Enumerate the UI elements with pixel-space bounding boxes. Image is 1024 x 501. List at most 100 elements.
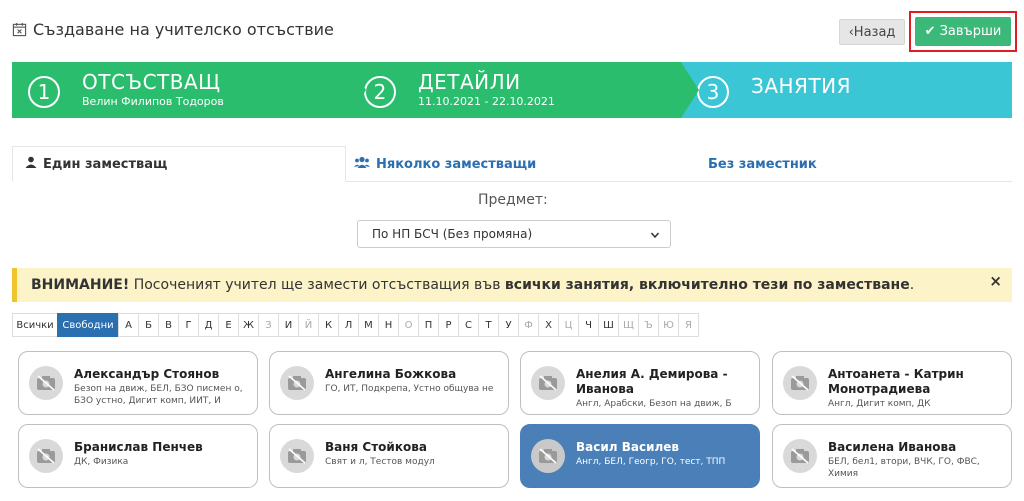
teacher-name: Анелия А. Демирова - Иванова xyxy=(576,367,728,396)
tab-no-substitute[interactable]: Без заместник xyxy=(708,146,817,182)
wizard-step-lessons[interactable]: 3 ЗАНЯТИЯ xyxy=(681,62,1012,118)
filter-letter[interactable]: Ш xyxy=(598,313,619,337)
finish-button[interactable]: ✔ Завърши xyxy=(915,17,1011,46)
step-title: ДЕТАЙЛИ xyxy=(418,70,521,94)
teacher-card[interactable]: Ваня Стойкова Свят и л, Тестов модул xyxy=(269,424,509,488)
back-button[interactable]: ‹ Назад xyxy=(839,19,905,45)
teacher-subjects: Англ, БЕЛ, Геогр, ГО, тест, ТПП xyxy=(576,457,726,467)
finish-highlight: ✔ Завърши xyxy=(909,11,1017,52)
filter-letter[interactable]: Д xyxy=(198,313,219,337)
filter-letter[interactable]: Н xyxy=(378,313,399,337)
teacher-subjects: БЕЛ, бел1, втори, ВЧК, ГО, ФВС, Химия xyxy=(828,457,980,479)
tab-single-substitute[interactable]: Един заместващ xyxy=(12,146,346,182)
filter-letter[interactable]: Ч xyxy=(578,313,599,337)
no-photo-icon xyxy=(783,439,817,473)
filter-letter[interactable]: Б xyxy=(138,313,159,337)
no-photo-icon xyxy=(29,439,63,473)
close-icon[interactable]: × xyxy=(989,272,1002,290)
filter-letter[interactable]: П xyxy=(418,313,439,337)
wizard-step-absent[interactable]: 1 ОТСЪСТВАЩ Велин Филипов Тодоров xyxy=(12,62,366,118)
teacher-card[interactable]: Александър Стоянов Безоп на движ, БЕЛ, БЗ… xyxy=(18,351,258,415)
filter-letter[interactable]: С xyxy=(458,313,479,337)
teacher-subjects: Англ, Арабски, Безоп на движ, Б xyxy=(576,399,732,409)
alert-strong: ВНИМАНИЕ! xyxy=(31,277,130,293)
chevron-down-icon xyxy=(650,229,660,243)
no-photo-icon xyxy=(783,366,817,400)
filter-letter[interactable]: Ц xyxy=(558,313,579,337)
teacher-name: Бранислав Пенчев xyxy=(74,440,203,454)
filter-letter[interactable]: И xyxy=(278,313,299,337)
filter-letter[interactable]: Е xyxy=(218,313,239,337)
tab-multiple-substitutes[interactable]: Няколко заместващи xyxy=(354,146,536,182)
tab-label: Няколко заместващи xyxy=(376,156,537,172)
alert-strong-2: всички занятия, включително тези по заме… xyxy=(504,277,910,293)
users-icon xyxy=(354,156,370,172)
filter-letter[interactable]: М xyxy=(358,313,379,337)
teacher-subjects: ДК, Физика xyxy=(74,457,129,467)
teacher-name: Александър Стоянов xyxy=(74,367,220,381)
filter-letter[interactable]: Л xyxy=(338,313,359,337)
user-icon xyxy=(25,156,37,172)
filter-letter[interactable]: Ю xyxy=(658,313,679,337)
tab-label: Без заместник xyxy=(708,156,817,172)
substitute-tabs: Един заместващ Няколко заместващи Без за… xyxy=(12,146,1012,182)
teacher-card[interactable]: Анелия А. Демирова - Иванова Англ, Арабск… xyxy=(520,351,760,415)
step-arrow xyxy=(681,62,699,118)
teacher-card[interactable]: Васил Василев Англ, БЕЛ, Геогр, ГО, тест,… xyxy=(520,424,760,488)
page-title-text: Създаване на учителско отсъствие xyxy=(33,20,334,39)
filter-letter[interactable]: Й xyxy=(298,313,319,337)
back-label: Назад xyxy=(853,24,896,40)
filter-letter[interactable]: З xyxy=(258,313,279,337)
calendar-x-icon xyxy=(12,22,27,37)
no-photo-icon xyxy=(29,366,63,400)
teacher-name: Василена Иванова xyxy=(828,440,957,454)
subject-label: Предмет: xyxy=(478,192,548,208)
filter-letter[interactable]: К xyxy=(318,313,339,337)
filter-letter[interactable]: Ж xyxy=(238,313,259,337)
filter-letter[interactable]: У xyxy=(498,313,519,337)
teacher-subjects: Свят и л, Тестов модул xyxy=(325,457,435,467)
teacher-name: Антоанета - Катрин Монотрадиева xyxy=(828,367,964,396)
filter-letter[interactable]: О xyxy=(398,313,419,337)
teacher-card[interactable]: Ангелина Божкова ГО, ИТ, Подкрепа, Устно … xyxy=(269,351,509,415)
step-subtitle: Велин Филипов Тодоров xyxy=(82,95,224,108)
filter-letter[interactable]: А xyxy=(118,313,139,337)
filter-letter[interactable]: Я xyxy=(678,313,699,337)
alert-text: ВНИМАНИЕ! Посоченият учител ще замести о… xyxy=(31,277,914,293)
letter-filter: Всички Свободни АБВГДЕЖЗИЙКЛМНОПРСТУФХЦЧ… xyxy=(12,313,699,337)
filter-all[interactable]: Всички xyxy=(12,313,58,337)
teacher-name: Ангелина Божкова xyxy=(325,367,457,381)
filter-letter[interactable]: Г xyxy=(178,313,199,337)
no-photo-icon xyxy=(531,366,565,400)
alert-text-1: Посоченият учител ще замести отсъстващия… xyxy=(129,277,505,293)
warning-alert: ВНИМАНИЕ! Посоченият учител ще замести о… xyxy=(12,268,1012,302)
wizard-step-details[interactable]: 2 ДЕТАЙЛИ 11.10.2021 - 22.10.2021 xyxy=(348,62,699,118)
subject-select[interactable]: По НП БСЧ (Без промяна) xyxy=(357,220,671,248)
wizard-steps: 1 ОТСЪСТВАЩ Велин Филипов Тодоров 2 ДЕТА… xyxy=(12,62,1012,118)
filter-letter[interactable]: Щ xyxy=(618,313,639,337)
tab-label: Един заместващ xyxy=(43,156,168,172)
no-photo-icon xyxy=(531,439,565,473)
teacher-card[interactable]: Василена Иванова БЕЛ, бел1, втори, ВЧК, Г… xyxy=(772,424,1012,488)
filter-letter[interactable]: Ф xyxy=(518,313,539,337)
finish-label: Завърши xyxy=(939,24,1002,39)
top-bar: Създаване на учителско отсъствие ‹ Назад… xyxy=(0,0,1024,60)
page-title: Създаване на учителско отсъствие xyxy=(12,20,334,39)
filter-letter[interactable]: Т xyxy=(478,313,499,337)
step-arrow xyxy=(348,62,366,118)
step-number: 3 xyxy=(697,76,729,108)
teacher-card[interactable]: Бранислав Пенчев ДК, Физика xyxy=(18,424,258,488)
teacher-name: Ваня Стойкова xyxy=(325,440,427,454)
step-number: 2 xyxy=(364,76,396,108)
filter-letter[interactable]: Р xyxy=(438,313,459,337)
teacher-subjects: Англ, Дигит комп, ДК xyxy=(828,399,931,409)
teacher-card[interactable]: Антоанета - Катрин Монотрадиева Англ, Диг… xyxy=(772,351,1012,415)
alert-text-2: . xyxy=(909,277,915,293)
teacher-subjects: ГО, ИТ, Подкрепа, Устно общува не xyxy=(325,384,494,394)
filter-letter[interactable]: Х xyxy=(538,313,559,337)
filter-letter[interactable]: Ъ xyxy=(638,313,659,337)
filter-free[interactable]: Свободни xyxy=(57,313,119,337)
filter-letter[interactable]: В xyxy=(158,313,179,337)
step-title: ОТСЪСТВАЩ xyxy=(82,70,221,94)
step-title: ЗАНЯТИЯ xyxy=(751,74,852,98)
